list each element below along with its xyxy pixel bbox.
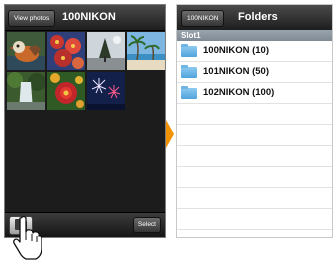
page-title: Folders — [238, 11, 278, 23]
folder-label: 101NIKON (50) — [203, 66, 269, 77]
back-button[interactable]: 100NIKON — [181, 10, 225, 27]
folder-label: 102NIKON (100) — [203, 87, 275, 98]
empty-row — [177, 188, 332, 209]
navigation-bar: View photos 100NIKON — [5, 5, 165, 31]
thumbnail-waterfall-forest[interactable] — [7, 72, 45, 110]
empty-row — [177, 125, 332, 146]
folder-icon — [181, 86, 197, 99]
empty-row — [177, 104, 332, 125]
thumbnail-tree[interactable] — [87, 32, 125, 70]
hand-pointer-icon — [12, 214, 43, 265]
folder-icon — [181, 44, 197, 57]
thumbnail-mandarin-duck[interactable] — [7, 32, 45, 70]
navigation-bar: 100NIKON Folders — [177, 5, 332, 31]
page-title: 100NIKON — [62, 11, 116, 23]
folder-icon — [181, 65, 197, 78]
thumbnail-red-flower[interactable] — [47, 72, 85, 110]
folder-row[interactable]: 100NIKON (10) — [177, 41, 332, 62]
select-button[interactable]: Select — [132, 217, 161, 233]
folder-row[interactable]: 102NIKON (100) — [177, 83, 332, 104]
thumbnail-beach-palms[interactable] — [127, 32, 165, 70]
photo-browser-screen: View photos 100NIKON Select — [4, 4, 166, 238]
orange-arrow-icon — [166, 120, 175, 153]
empty-row — [177, 146, 332, 167]
view-photos-button[interactable]: View photos — [8, 10, 56, 27]
folders-screen: 100NIKON Folders Slot1 100NIKON (10) 101… — [176, 4, 333, 238]
folder-label: 100NIKON (10) — [203, 45, 269, 56]
section-header: Slot1 — [177, 30, 332, 41]
empty-row — [177, 167, 332, 188]
thumbnail-flowers[interactable] — [47, 32, 85, 70]
empty-row — [177, 209, 332, 230]
folder-list: 100NIKON (10) 101NIKON (50) 102NIKON (10… — [177, 41, 332, 230]
folder-row[interactable]: 101NIKON (50) — [177, 62, 332, 83]
thumbnail-fireworks[interactable] — [87, 72, 125, 110]
